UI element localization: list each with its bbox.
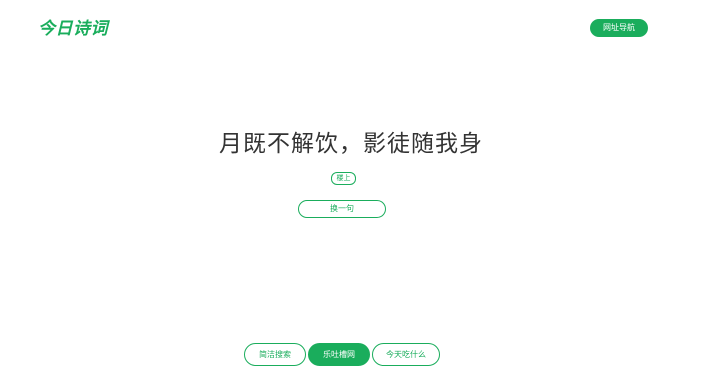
poem-line: 月既不解饮，影徒随我身 (219, 131, 483, 157)
footer-link-tucao[interactable]: 乐吐槽网 (308, 343, 370, 366)
page: 今日诗词 网址导航 月既不解饮，影徒随我身 楼上 换一句 简洁搜索 乐吐槽网 今… (0, 0, 702, 388)
footer-link-simple-search[interactable]: 简洁搜索 (244, 343, 306, 366)
site-logo[interactable]: 今日诗词 (38, 18, 108, 40)
footer-link-what-to-eat[interactable]: 今天吃什么 (372, 343, 440, 366)
poem-source-tag[interactable]: 楼上 (331, 172, 356, 185)
refresh-poem-button[interactable]: 换一句 (298, 200, 386, 218)
nav-directory-button[interactable]: 网址导航 (590, 19, 648, 37)
